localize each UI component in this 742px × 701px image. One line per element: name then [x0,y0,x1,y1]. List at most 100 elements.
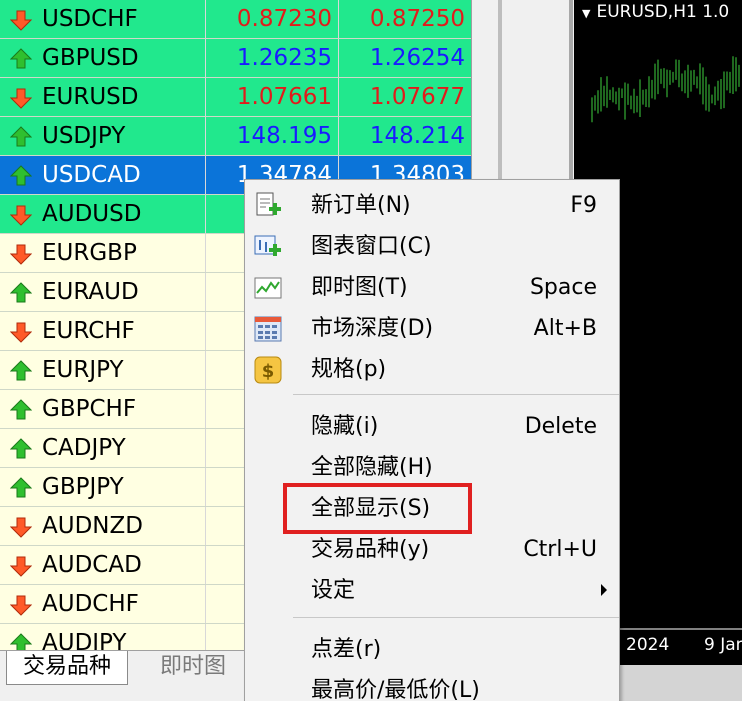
menu-item-new-order[interactable]: 新订单(N) F9 [245,185,619,226]
menu-item-high-low[interactable]: 最高价/最低价(L) [245,670,619,701]
symbol-name: USDCAD [42,162,141,188]
chart-window-icon [253,232,283,262]
tick-chart-icon [253,273,283,303]
symbol-name: EURCHF [42,318,135,344]
menu-item-spread[interactable]: 点差(r) [245,629,619,670]
arrow-down-icon [9,555,33,577]
menu-item-shortcut: Space [529,275,597,300]
arrow-up-icon [9,165,33,187]
symbol-name: EURGBP [42,240,137,266]
arrow-down-icon [9,9,33,31]
symbol-name: AUDCHF [42,591,139,617]
symbol-cell: USDCHF [4,0,205,38]
symbol-cell: AUDCHF [4,585,205,623]
arrow-up-icon [9,438,33,460]
symbol-name: EURUSD [42,84,139,110]
symbol-cell: EURJPY [4,351,205,389]
arrow-down-icon [9,87,33,109]
context-menu: 新订单(N) F9 图表窗口(C) 即时图(T) Space 市场深度(D) Alt+B $ 规… [244,179,620,701]
bid-cell: 0.87230 [205,0,338,38]
bid-cell: 1.07661 [205,78,338,116]
menu-item-label: 隐藏(i) [311,414,379,439]
symbol-name: EURJPY [42,357,124,383]
symbol-cell: AUDNZD [4,507,205,545]
tab-tick-chart[interactable]: 即时图 [144,651,242,685]
symbol-cell: GBPUSD [4,39,205,77]
arrow-down-icon [9,516,33,538]
symbol-cell: GBPJPY [4,468,205,506]
ask-cell: 1.07677 [338,78,471,116]
svg-text:$: $ [262,361,275,382]
market-depth-icon [253,314,283,344]
menu-item-label: 即时图(T) [311,275,408,300]
table-row[interactable]: EURUSD 1.07661 1.07677 [0,78,471,117]
menu-item-shortcut: F9 [570,193,597,218]
ask-cell: 1.26254 [338,39,471,77]
symbol-name: CADJPY [42,435,126,461]
menu-item-label: 最高价/最低价(L) [311,678,480,701]
menu-item-hide[interactable]: 隐藏(i) Delete [245,406,619,447]
symbol-cell: EURGBP [4,234,205,272]
annotation-highlight-box [283,483,472,534]
symbol-name: AUDCAD [42,552,142,578]
menu-separator [293,617,619,618]
arrow-up-icon [9,282,33,304]
arrow-down-icon [9,204,33,226]
arrow-up-icon [9,633,33,650]
symbol-name: AUDJPY [42,630,127,650]
table-row[interactable]: GBPUSD 1.26235 1.26254 [0,39,471,78]
arrow-down-icon [9,594,33,616]
symbol-cell: USDJPY [4,117,205,155]
symbol-cell: AUDCAD [4,546,205,584]
ask-cell: 0.87250 [338,0,471,38]
new-order-icon [253,191,283,221]
chevron-right-icon [601,584,607,596]
arrow-up-icon [9,399,33,421]
menu-item-shortcut: Delete [524,414,597,439]
menu-item-label: 新订单(N) [311,193,411,218]
table-row[interactable]: USDJPY 148.195 148.214 [0,117,471,156]
menu-item-label: 规格(p) [311,357,387,382]
menu-item-label: 市场深度(D) [311,316,434,341]
menu-item-label: 交易品种(y) [311,537,430,562]
symbol-cell: GBPCHF [4,390,205,428]
menu-item-label: 图表窗口(C) [311,234,432,259]
x-axis-label: 9 Jan [704,635,742,655]
menu-item-symbols[interactable]: 交易品种(y) Ctrl+U [245,529,619,570]
symbol-name: USDJPY [42,123,126,149]
arrow-up-icon [9,477,33,499]
arrow-down-icon [9,321,33,343]
menu-item-shortcut: Ctrl+U [523,537,597,562]
arrow-up-icon [9,126,33,148]
symbol-name: GBPUSD [42,45,139,71]
symbol-cell: CADJPY [4,429,205,467]
menu-item-settings[interactable]: 设定 [245,570,619,611]
ask-cell: 148.214 [338,117,471,155]
bid-cell: 1.26235 [205,39,338,77]
symbol-cell: AUDJPY [4,624,205,650]
tab-symbols[interactable]: 交易品种 [6,651,129,685]
menu-item-label: 全部隐藏(H) [311,455,433,480]
menu-item-chart-window[interactable]: 图表窗口(C) [245,226,619,267]
menu-item-market-depth[interactable]: 市场深度(D) Alt+B [245,308,619,349]
symbol-name: EURAUD [42,279,139,305]
symbol-name: GBPJPY [42,474,124,500]
symbol-name: USDCHF [42,6,138,32]
table-row[interactable]: USDCHF 0.87230 0.87250 [0,0,471,39]
x-axis-label: 2024 [626,635,670,655]
arrow-up-icon [9,48,33,70]
bid-cell: 148.195 [205,117,338,155]
menu-item-label: 点差(r) [311,637,382,662]
menu-item-tick-chart[interactable]: 即时图(T) Space [245,267,619,308]
symbol-cell: EURUSD [4,78,205,116]
arrow-down-icon [9,243,33,265]
menu-item-specification[interactable]: $ 规格(p) [245,349,619,390]
arrow-up-icon [9,360,33,382]
menu-item-label: 设定 [311,578,356,603]
symbol-cell: EURCHF [4,312,205,350]
symbol-name: GBPCHF [42,396,137,422]
menu-item-hide-all[interactable]: 全部隐藏(H) [245,447,619,488]
symbol-cell: EURAUD [4,273,205,311]
menu-item-shortcut: Alt+B [533,316,597,341]
specification-icon: $ [253,355,283,385]
